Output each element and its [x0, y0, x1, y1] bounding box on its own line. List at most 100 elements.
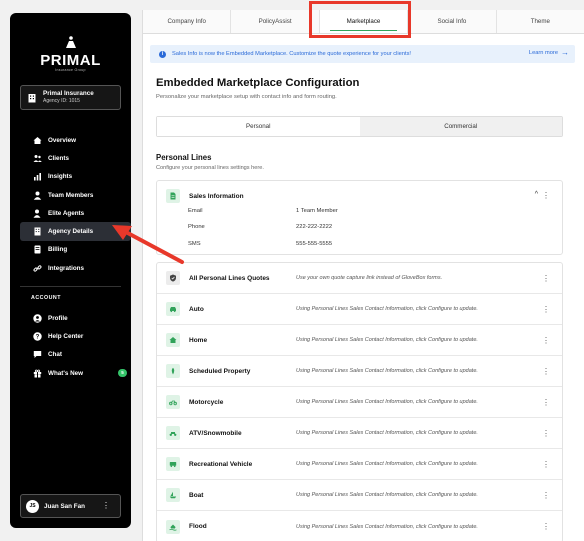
sidebar-item-overview[interactable]: Overview: [20, 131, 131, 149]
tab-company-info[interactable]: Company Info: [143, 10, 232, 33]
boat-icon: [166, 488, 180, 502]
banner-text: Sales Info is now the Embedded Marketpla…: [172, 51, 412, 57]
line-description: Using Personal Lines Sales Contact Infor…: [296, 523, 478, 530]
whats-new-badge: 5: [118, 368, 127, 377]
learn-more-link[interactable]: Learn more →: [528, 48, 569, 57]
more-vertical-icon[interactable]: ⋮: [102, 502, 110, 510]
sidebar-item-label: Insights: [48, 173, 73, 181]
agency-name: Primal Insurance: [43, 90, 94, 97]
home-icon: [33, 136, 42, 145]
more-vertical-icon[interactable]: ⋮: [542, 492, 550, 500]
brand-logo: PRIMAL Insurance Group: [10, 35, 131, 73]
link-icon: [33, 264, 42, 273]
sidebar-item-help-center[interactable]: ? Help Center: [20, 327, 131, 345]
more-vertical-icon[interactable]: ⋮: [542, 192, 550, 200]
line-name: Auto: [189, 305, 204, 313]
sales-value-sms: 555-555-5555: [296, 241, 333, 247]
flood-icon: [166, 519, 180, 534]
sales-information-title: Sales Information: [189, 192, 244, 200]
tab-social-info[interactable]: Social Info: [408, 10, 497, 33]
annotation-arrow-icon: [112, 225, 184, 264]
line-name: Boat: [189, 491, 204, 499]
marketplace-highlight-box: [309, 1, 411, 38]
sidebar-item-elite-agents[interactable]: Elite Agents: [20, 204, 131, 222]
building-icon: [33, 227, 42, 236]
house-icon: [166, 333, 180, 347]
person-icon: [33, 191, 42, 200]
list-item[interactable]: Home Using Personal Lines Sales Contact …: [157, 325, 562, 356]
sidebar-item-insights[interactable]: Insights: [20, 168, 131, 186]
agency-id: Agency ID: 1015: [43, 98, 80, 104]
line-description: Using Personal Lines Sales Contact Infor…: [296, 461, 478, 467]
more-vertical-icon[interactable]: ⋮: [542, 430, 550, 438]
sidebar-item-label: Integrations: [48, 264, 85, 272]
logo-figure-icon: [10, 35, 131, 53]
segment-personal[interactable]: Personal: [157, 117, 360, 136]
chat-icon: [33, 350, 42, 359]
chevron-up-icon[interactable]: ^: [535, 191, 538, 198]
brand-subtitle: Insurance Group: [55, 68, 86, 72]
list-item[interactable]: Flood Using Personal Lines Sales Contact…: [157, 511, 562, 541]
shield-icon: [166, 271, 180, 285]
line-description: Use your own quote capture link instead …: [296, 275, 443, 281]
sales-information-header[interactable]: Sales Information ^ ⋮: [157, 181, 562, 211]
lines-segmented-control: Personal Commercial: [156, 116, 563, 137]
page-title: Embedded Marketplace Configuration: [156, 77, 360, 89]
line-description: Using Personal Lines Sales Contact Infor…: [296, 430, 478, 436]
sidebar-item-label: What's New: [48, 369, 84, 377]
sidebar-item-chat[interactable]: Chat: [20, 346, 131, 364]
list-item[interactable]: Recreational Vehicle Using Personal Line…: [157, 449, 562, 480]
sidebar-item-team-members[interactable]: Team Members: [20, 186, 131, 204]
document-icon: [166, 189, 180, 203]
more-vertical-icon[interactable]: ⋮: [542, 368, 550, 376]
more-vertical-icon[interactable]: ⋮: [542, 461, 550, 469]
line-description: Using Personal Lines Sales Contact Infor…: [296, 399, 478, 405]
motorcycle-icon: [166, 395, 180, 409]
line-name: Recreational Vehicle: [189, 460, 253, 468]
more-vertical-icon[interactable]: ⋮: [542, 523, 550, 531]
billing-icon: [33, 245, 42, 254]
account-nav: Profile ? Help Center Chat What's New 5: [20, 309, 131, 382]
list-item[interactable]: ATV/Snowmobile Using Personal Lines Sale…: [157, 418, 562, 449]
list-item[interactable]: Scheduled Property Using Personal Lines …: [157, 356, 562, 387]
learn-more-label: Learn more: [528, 50, 558, 56]
person-star-icon: [33, 209, 42, 218]
line-name: Motorcycle: [189, 398, 224, 406]
tab-policyassist[interactable]: PolicyAssist: [231, 10, 320, 33]
arrow-right-icon: →: [561, 48, 569, 57]
gift-icon: [33, 369, 42, 378]
more-vertical-icon[interactable]: ⋮: [542, 275, 550, 283]
line-name: Scheduled Property: [189, 367, 251, 375]
car-icon: [166, 302, 180, 316]
line-description: Using Personal Lines Sales Contact Infor…: [296, 337, 478, 343]
segment-commercial[interactable]: Commercial: [359, 117, 562, 136]
sales-key-phone: Phone: [188, 224, 205, 230]
gem-icon: [166, 364, 180, 378]
list-item[interactable]: Boat Using Personal Lines Sales Contact …: [157, 480, 562, 511]
tab-theme[interactable]: Theme: [497, 10, 584, 33]
line-name: All Personal Lines Quotes: [189, 274, 270, 282]
users-icon: [33, 154, 42, 163]
sidebar-divider: [20, 286, 121, 287]
sidebar-item-label: Team Members: [48, 191, 94, 199]
info-icon: i: [159, 50, 166, 58]
list-item[interactable]: Motorcycle Using Personal Lines Sales Co…: [157, 387, 562, 418]
user-name: Juan San Fan: [44, 502, 85, 510]
list-item[interactable]: All Personal Lines Quotes Use your own q…: [157, 263, 562, 294]
more-vertical-icon[interactable]: ⋮: [542, 337, 550, 345]
sales-key-sms: SMS: [188, 241, 201, 247]
agency-switcher[interactable]: Primal Insurance Agency ID: 1015: [20, 85, 121, 110]
sidebar-item-label: Clients: [48, 154, 69, 162]
sidebar-item-whats-new[interactable]: What's New 5: [20, 364, 131, 382]
line-name: Home: [189, 336, 208, 344]
list-item[interactable]: Auto Using Personal Lines Sales Contact …: [157, 294, 562, 325]
sidebar-item-clients[interactable]: Clients: [20, 149, 131, 167]
sidebar-item-label: Profile: [48, 314, 68, 322]
sales-value-email: 1 Team Member: [296, 208, 338, 214]
sidebar-item-profile[interactable]: Profile: [20, 309, 131, 327]
sales-key-email: Email: [188, 208, 203, 214]
building-icon: [26, 92, 37, 103]
more-vertical-icon[interactable]: ⋮: [542, 399, 550, 407]
more-vertical-icon[interactable]: ⋮: [542, 306, 550, 314]
user-menu-card[interactable]: JS Juan San Fan ⋮: [20, 494, 121, 518]
